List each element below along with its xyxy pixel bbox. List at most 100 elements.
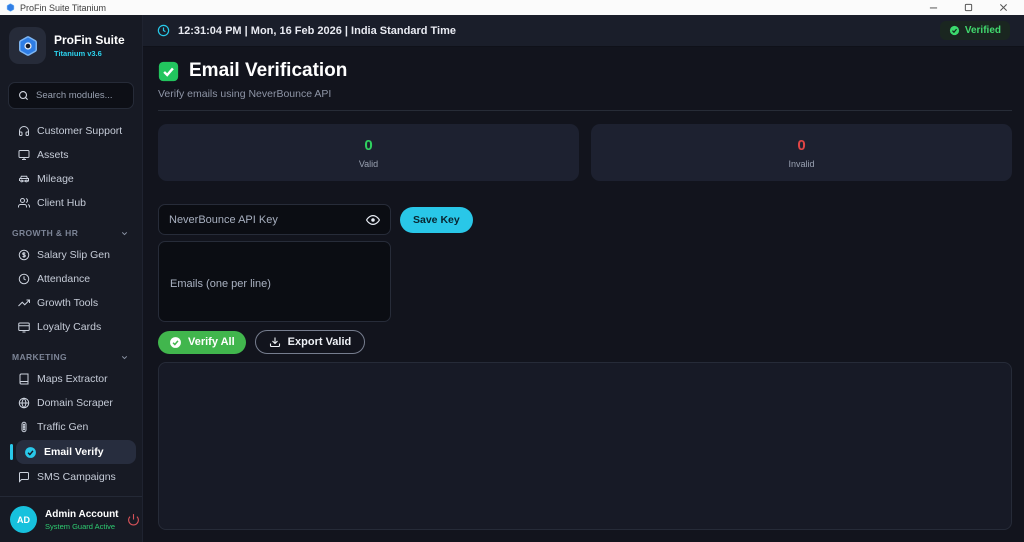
sidebar-item-label: SMS Campaigns xyxy=(37,471,116,483)
avatar: AD xyxy=(10,506,37,533)
sidebar-item-sms-campaigns[interactable]: SMS Campaigns xyxy=(0,465,142,489)
sidebar-item-attendance[interactable]: Attendance xyxy=(0,267,142,291)
sidebar-item-label: Salary Slip Gen xyxy=(37,249,110,261)
sidebar-item-label: Maps Extractor xyxy=(37,373,108,385)
sidebar-item-label: Mileage xyxy=(37,173,74,185)
app-window: ProFin Suite Titanium v3.6 Customer Supp… xyxy=(0,15,1024,542)
page-subtitle: Verify emails using NeverBounce API xyxy=(158,88,332,100)
search-input[interactable] xyxy=(36,90,124,101)
sidebar-item-client-hub[interactable]: Client Hub xyxy=(0,191,142,215)
sidebar-item-domain-scraper[interactable]: Domain Scraper xyxy=(0,391,142,415)
page-title: Email Verification xyxy=(189,60,348,81)
sidebar-item-label: Client Hub xyxy=(37,197,87,209)
sidebar-item-traffic-gen[interactable]: Traffic Gen xyxy=(0,415,142,439)
window-title: ProFin Suite Titanium xyxy=(20,2,107,13)
sidebar-item-label: Loyalty Cards xyxy=(37,321,102,333)
divider xyxy=(158,110,1012,111)
sidebar-item-email-verify[interactable]: Email Verify xyxy=(10,440,136,464)
book-icon xyxy=(19,373,29,385)
user-account: AD Admin Account System Guard Active xyxy=(0,496,142,542)
results-panel xyxy=(158,362,1012,530)
active-indicator xyxy=(10,444,13,460)
section-marketing[interactable]: MARKETING xyxy=(0,339,142,367)
module-search[interactable] xyxy=(8,82,134,109)
verify-all-label: Verify All xyxy=(188,336,235,348)
top-bar: 12:31:04 PM | Mon, 16 Feb 2026 | India S… xyxy=(143,15,1024,47)
save-key-button[interactable]: Save Key xyxy=(400,206,473,233)
sidebar-item-label: Attendance xyxy=(37,273,91,285)
verify-all-button[interactable]: Verify All xyxy=(158,330,246,354)
eye-icon xyxy=(366,214,380,225)
check-circle-icon xyxy=(949,25,959,36)
dollar-circle-icon xyxy=(18,249,30,261)
section-label: GROWTH & HR xyxy=(12,228,79,238)
car-icon xyxy=(19,175,29,183)
sidebar-item-assets[interactable]: Assets xyxy=(0,143,142,167)
sidebar-item-label: Assets xyxy=(37,149,69,161)
credit-card-icon xyxy=(18,322,30,333)
invalid-stat-card: 0 Invalid xyxy=(591,124,1012,181)
brand: ProFin Suite Titanium v3.6 xyxy=(0,15,142,74)
main-area: 12:31:04 PM | Mon, 16 Feb 2026 | India S… xyxy=(143,15,1024,542)
api-key-input[interactable] xyxy=(169,213,358,226)
emails-textarea[interactable] xyxy=(158,241,391,322)
datetime-display: 12:31:04 PM | Mon, 16 Feb 2026 | India S… xyxy=(178,24,456,37)
export-valid-label: Export Valid xyxy=(287,336,352,348)
toggle-key-visibility-button[interactable] xyxy=(366,213,380,227)
trending-up-icon xyxy=(18,299,30,307)
check-badge-icon xyxy=(25,446,36,458)
sidebar-item-label: Traffic Gen xyxy=(37,421,89,433)
sidebar-item-label: Domain Scraper xyxy=(37,397,113,409)
sidebar-item-salary-slip-gen[interactable]: Salary Slip Gen xyxy=(0,243,142,267)
traffic-light-icon xyxy=(21,421,27,433)
search-icon xyxy=(19,91,29,101)
user-name: Admin Account xyxy=(45,508,119,520)
stats-row: 0 Valid 0 Invalid xyxy=(158,124,1012,181)
sidebar-item-maps-extractor[interactable]: Maps Extractor xyxy=(0,367,142,391)
sidebar-item-growth-tools[interactable]: Growth Tools xyxy=(0,291,142,315)
user-status: System Guard Active xyxy=(45,521,116,531)
section-label: MARKETING xyxy=(12,352,68,362)
sidebar-item-label: Growth Tools xyxy=(37,297,99,309)
globe-icon xyxy=(18,397,30,409)
chevron-down-icon xyxy=(121,355,128,359)
chevron-down-icon xyxy=(121,231,128,235)
api-key-row: Save Key xyxy=(158,204,1012,235)
valid-stat-card: 0 Valid xyxy=(158,124,579,181)
export-valid-button[interactable]: Export Valid xyxy=(254,330,366,354)
verified-label: Verified xyxy=(964,25,1001,36)
users-icon xyxy=(18,198,30,208)
valid-count: 0 xyxy=(364,136,373,154)
page-head: Email Verification xyxy=(158,60,1012,82)
cube-icon xyxy=(18,35,37,56)
os-title-bar: ProFin Suite Titanium xyxy=(0,0,1024,15)
clock-icon xyxy=(18,273,30,285)
brand-version: Titanium v3.6 xyxy=(54,49,102,58)
actions-row: Verify All Export Valid xyxy=(158,330,1012,354)
brand-name: ProFin Suite xyxy=(54,33,125,47)
invalid-label: Invalid xyxy=(788,158,815,169)
logout-button[interactable] xyxy=(127,513,140,526)
section-growth-hr[interactable]: GROWTH & HR xyxy=(0,215,142,243)
check-circle-icon xyxy=(170,336,181,348)
power-icon xyxy=(127,514,139,526)
sidebar-item-loyalty-cards[interactable]: Loyalty Cards xyxy=(0,315,142,339)
clock-icon xyxy=(157,24,170,37)
check-square-icon xyxy=(158,61,179,81)
sidebar-item-label: Customer Support xyxy=(37,125,123,137)
sidebar-item-mileage[interactable]: Mileage xyxy=(0,167,142,191)
sidebar: ProFin Suite Titanium v3.6 Customer Supp… xyxy=(0,15,143,542)
sidebar-nav: Customer Support Assets Mileage Client H… xyxy=(0,113,142,496)
sidebar-item-label: Email Verify xyxy=(44,446,104,458)
headset-icon xyxy=(19,126,29,136)
api-key-field-wrap xyxy=(158,204,391,235)
download-icon xyxy=(269,337,280,348)
message-icon xyxy=(19,472,29,483)
brand-logo xyxy=(9,27,46,64)
email-verification-page: Email Verification Verify emails using N… xyxy=(143,47,1024,542)
monitor-icon xyxy=(18,150,30,160)
invalid-count: 0 xyxy=(797,136,806,154)
valid-label: Valid xyxy=(358,158,379,169)
sidebar-item-customer-support[interactable]: Customer Support xyxy=(0,119,142,143)
verified-badge: Verified xyxy=(939,21,1010,40)
